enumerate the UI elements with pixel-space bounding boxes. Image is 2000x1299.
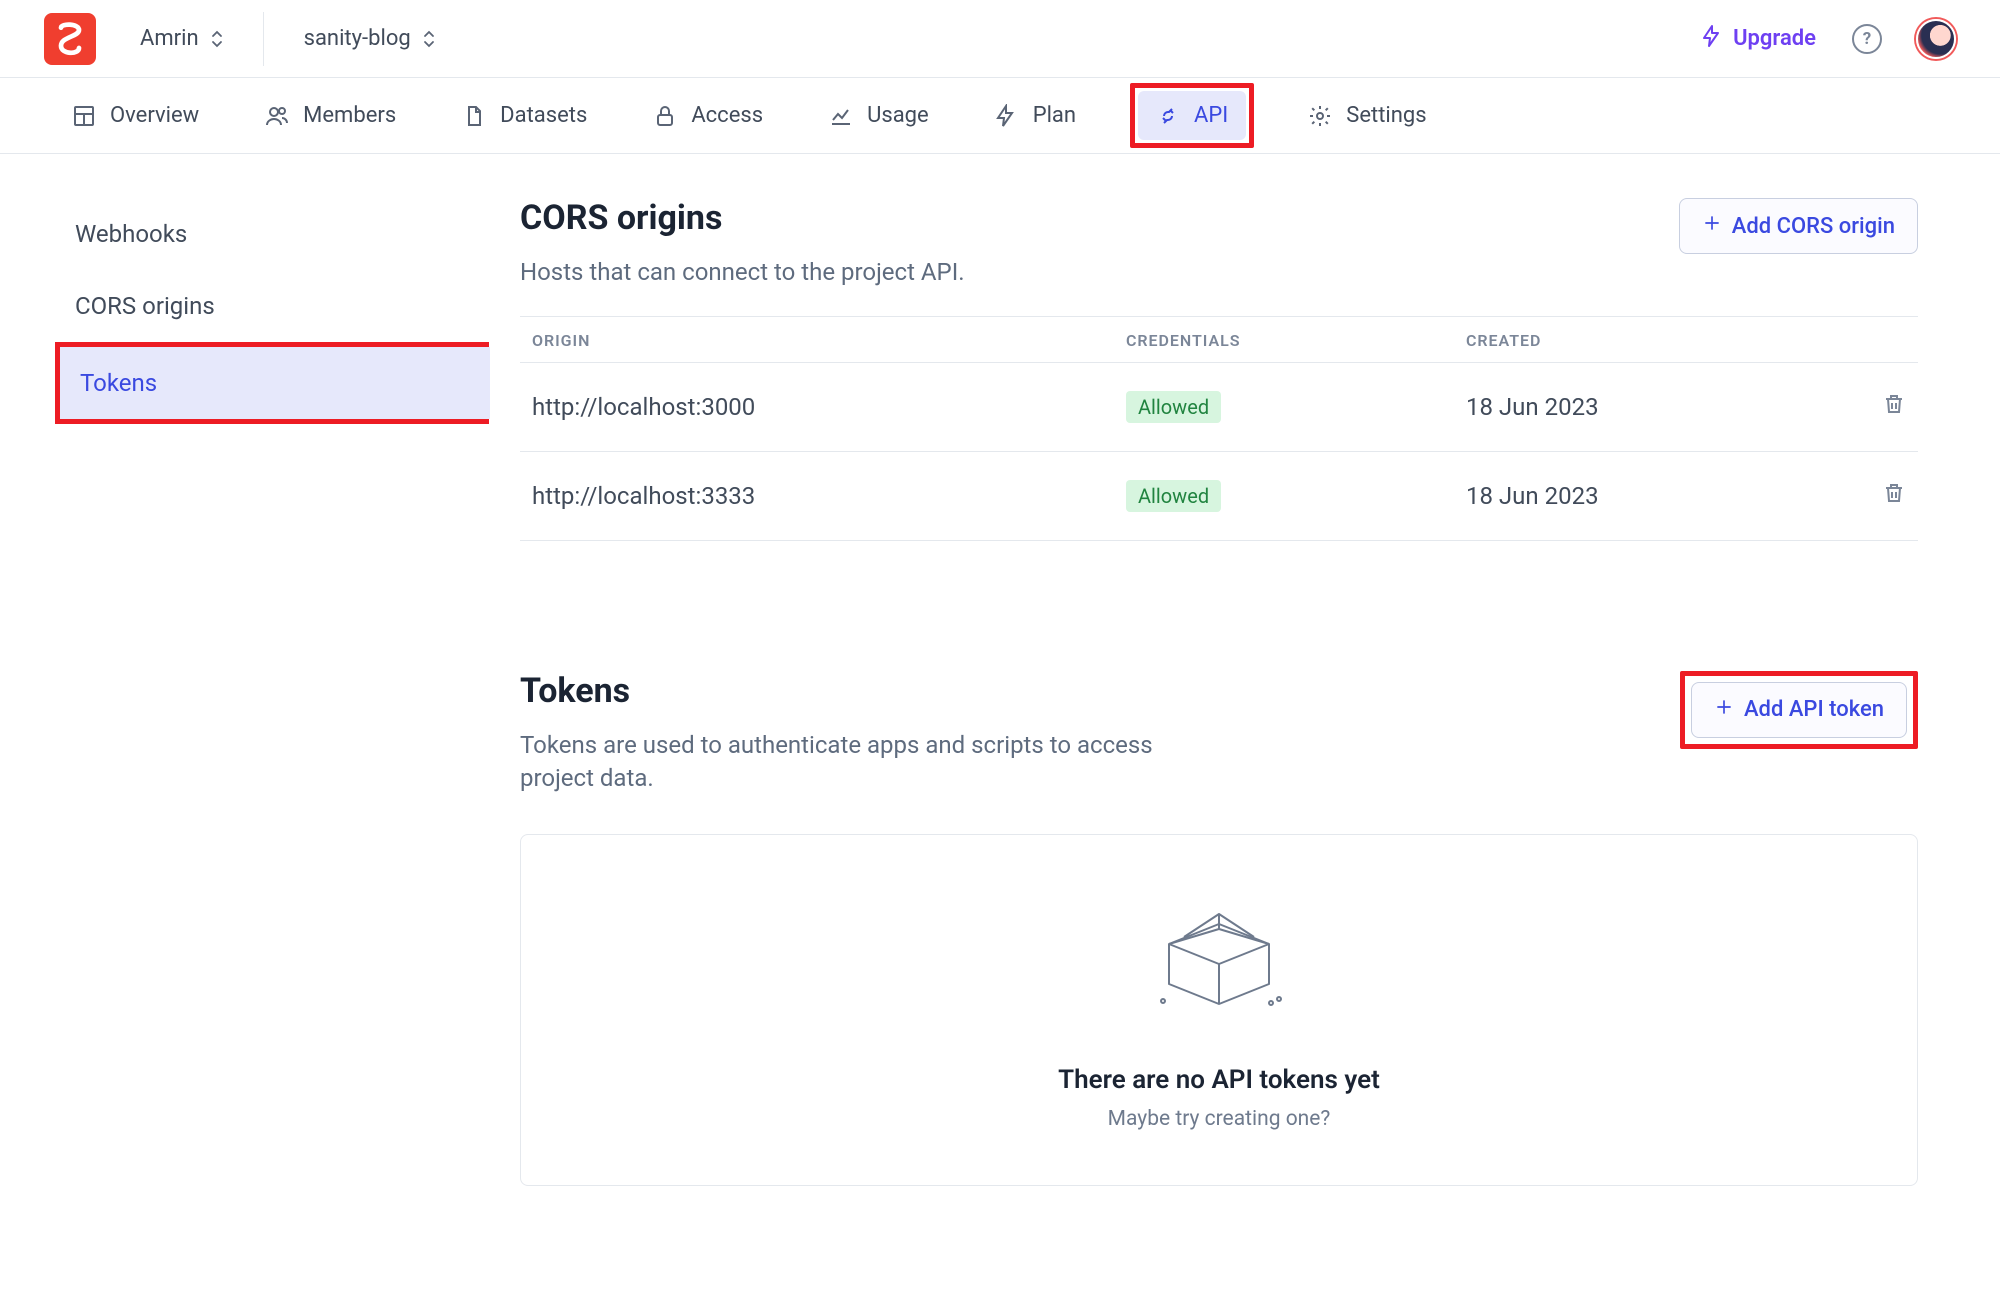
- project-tabs: Overview Members Datasets Access Usage P…: [0, 78, 2000, 154]
- add-api-token-button[interactable]: Add API token: [1691, 682, 1907, 738]
- highlight-box: Tokens: [55, 342, 489, 424]
- add-cors-origin-button[interactable]: Add CORS origin: [1679, 198, 1918, 254]
- button-label: Add API token: [1744, 697, 1884, 722]
- origin-cell: http://localhost:3333: [532, 482, 1126, 510]
- chevron-sort-icon: [211, 30, 223, 48]
- table-row: http://localhost:3000 Allowed 18 Jun 202…: [520, 362, 1918, 452]
- avatar[interactable]: [1916, 19, 1956, 59]
- tokens-section-head: Tokens Tokens are used to authenticate a…: [520, 671, 1918, 796]
- question-icon: ?: [1863, 29, 1871, 49]
- highlight-box: API: [1130, 83, 1254, 148]
- tab-datasets[interactable]: Datasets: [450, 93, 599, 138]
- trash-icon: [1882, 484, 1906, 512]
- tab-api[interactable]: API: [1138, 91, 1246, 140]
- highlight-box: Add API token: [1680, 671, 1918, 749]
- table-header: ORIGIN CREDENTIALS CREATED: [520, 317, 1918, 362]
- page-body: Webhooks CORS origins Tokens CORS origin…: [0, 154, 2000, 1186]
- project-switcher[interactable]: sanity-blog: [294, 18, 445, 59]
- origin-cell: http://localhost:3000: [532, 393, 1126, 421]
- org-name: Amrin: [140, 26, 199, 51]
- tab-label: Access: [691, 103, 763, 128]
- tab-label: Settings: [1346, 103, 1426, 128]
- plus-icon: [1714, 697, 1734, 723]
- org-switcher[interactable]: Amrin: [130, 18, 233, 59]
- tab-label: API: [1194, 103, 1228, 128]
- tab-overview[interactable]: Overview: [60, 93, 211, 138]
- credentials-badge: Allowed: [1126, 480, 1221, 512]
- tab-settings[interactable]: Settings: [1296, 93, 1438, 138]
- upgrade-label: Upgrade: [1733, 26, 1816, 51]
- table-row: http://localhost:3333 Allowed 18 Jun 202…: [520, 452, 1918, 541]
- chevron-sort-icon: [423, 30, 435, 48]
- divider: [263, 12, 264, 66]
- tokens-desc: Tokens are used to authenticate apps and…: [520, 729, 1200, 796]
- sidebar-item-cors[interactable]: CORS origins: [55, 270, 485, 342]
- tab-label: Plan: [1033, 103, 1076, 128]
- empty-subtitle: Maybe try creating one?: [1108, 1107, 1331, 1131]
- main-content: CORS origins Hosts that can connect to t…: [520, 198, 2000, 1186]
- tab-label: Overview: [110, 103, 199, 128]
- empty-title: There are no API tokens yet: [1058, 1065, 1380, 1095]
- delete-button[interactable]: [1882, 480, 1906, 512]
- col-credentials: CREDENTIALS: [1126, 331, 1466, 350]
- tab-members[interactable]: Members: [253, 93, 408, 138]
- tab-usage[interactable]: Usage: [817, 93, 941, 138]
- sidebar-item-tokens[interactable]: Tokens: [60, 347, 490, 419]
- cors-title: CORS origins: [520, 198, 965, 238]
- tokens-section: Tokens Tokens are used to authenticate a…: [520, 671, 1918, 1186]
- created-cell: 18 Jun 2023: [1466, 482, 1806, 510]
- topbar: Amrin sanity-blog Upgrade ?: [0, 0, 2000, 78]
- cors-desc: Hosts that can connect to the project AP…: [520, 256, 965, 290]
- tab-label: Usage: [867, 103, 929, 128]
- tab-label: Datasets: [500, 103, 587, 128]
- cors-section-head: CORS origins Hosts that can connect to t…: [520, 198, 1918, 290]
- created-cell: 18 Jun 2023: [1466, 393, 1806, 421]
- tab-access[interactable]: Access: [641, 93, 775, 138]
- col-origin: ORIGIN: [532, 331, 1126, 350]
- trash-icon: [1882, 395, 1906, 423]
- button-label: Add CORS origin: [1732, 214, 1895, 239]
- credentials-badge: Allowed: [1126, 391, 1221, 423]
- tab-plan[interactable]: Plan: [983, 93, 1088, 138]
- bolt-icon: [1701, 24, 1721, 54]
- plus-icon: [1702, 213, 1722, 239]
- sanity-logo[interactable]: [44, 13, 96, 65]
- col-created: CREATED: [1466, 331, 1806, 350]
- help-button[interactable]: ?: [1852, 24, 1882, 54]
- project-name: sanity-blog: [304, 26, 411, 51]
- upgrade-button[interactable]: Upgrade: [1701, 24, 1816, 54]
- empty-box-icon: [1149, 899, 1289, 1023]
- delete-button[interactable]: [1882, 391, 1906, 423]
- cors-table: ORIGIN CREDENTIALS CREATED http://localh…: [520, 316, 1918, 541]
- tab-label: Members: [303, 103, 396, 128]
- tokens-empty-state: There are no API tokens yet Maybe try cr…: [520, 834, 1918, 1186]
- tokens-title: Tokens: [520, 671, 1200, 711]
- api-sidebar: Webhooks CORS origins Tokens: [0, 198, 520, 1186]
- sidebar-item-webhooks[interactable]: Webhooks: [55, 198, 485, 270]
